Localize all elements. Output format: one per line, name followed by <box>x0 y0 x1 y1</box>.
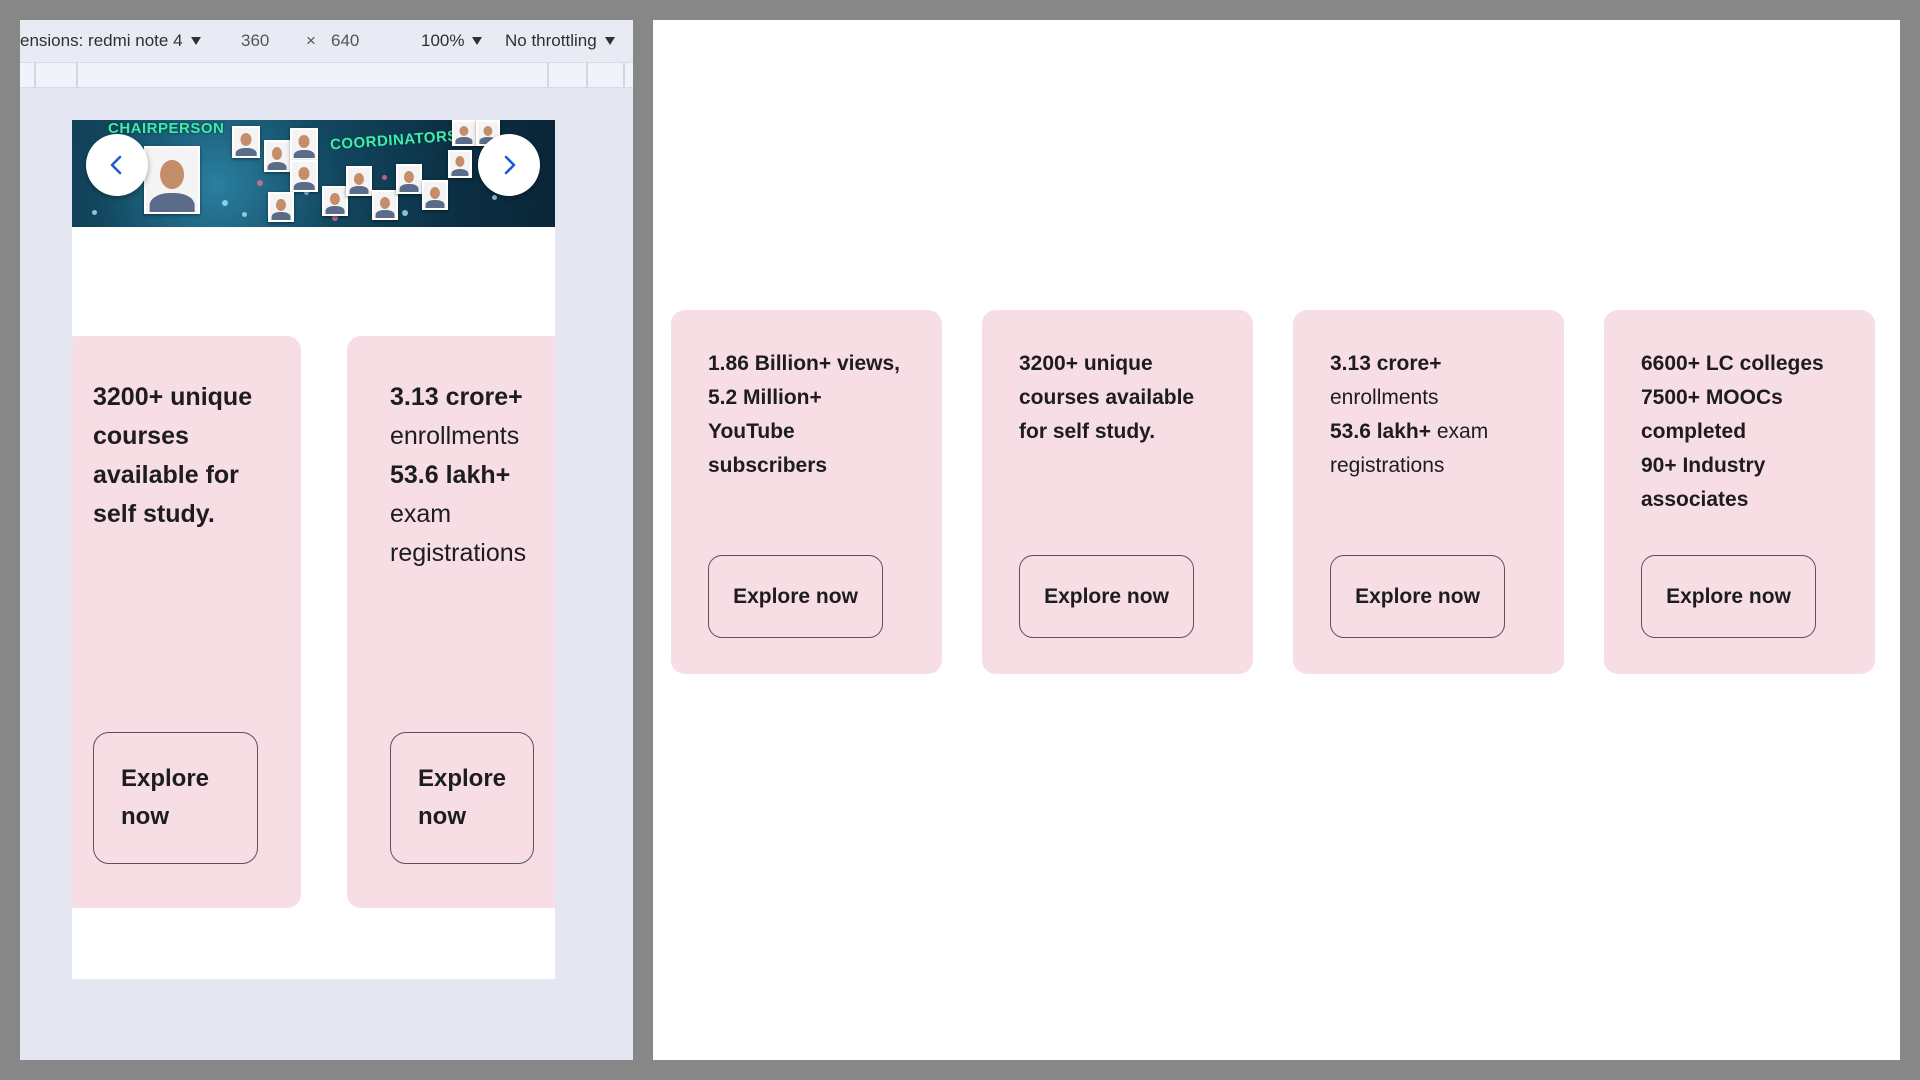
banner-carousel: CHAIRPERSON COORDINATORS <box>72 120 555 227</box>
card-line: enrollments <box>390 422 520 450</box>
device-emulation-panel: ensions: redmi note 4 360 × 640 100% No … <box>20 20 633 1060</box>
card-text: 3.13 crore+ enrollments 53.6 lakh+ exam … <box>1330 347 1488 483</box>
chevron-left-icon <box>110 155 122 175</box>
explore-now-button[interactable]: Explore now <box>390 732 534 864</box>
carousel-next-button[interactable] <box>478 134 540 196</box>
caret-down-icon <box>472 37 483 45</box>
card-line: self study. <box>93 500 215 528</box>
card-line: 5.2 Million+ <box>708 386 822 409</box>
card-line: 3.13 crore+ <box>1330 352 1442 375</box>
card-line: registrations <box>390 539 527 567</box>
zoom-select[interactable]: 100% <box>421 31 483 51</box>
desktop-stat-card-enrollments: 3.13 crore+ enrollments 53.6 lakh+ exam … <box>1293 310 1564 674</box>
card-line: 1.86 Billion+ views, <box>708 352 901 375</box>
card-line: 7500+ MOOCs <box>1641 386 1783 409</box>
height-input[interactable]: 640 <box>331 31 359 51</box>
throttling-label: No throttling <box>505 31 597 50</box>
button-label-line: now <box>418 803 466 830</box>
card-text: 3200+ unique courses available for self … <box>93 378 252 534</box>
caret-down-icon <box>604 37 615 45</box>
desktop-stat-card-courses: 3200+ unique courses available for self … <box>982 310 1253 674</box>
zoom-label: 100% <box>421 31 465 50</box>
card-line: courses available <box>1019 386 1195 409</box>
screen: ensions: redmi note 4 360 × 640 100% No … <box>0 0 1920 1080</box>
explore-now-button[interactable]: Explore now <box>708 555 883 638</box>
coordinator-photo <box>322 186 348 216</box>
button-label-line: now <box>121 803 169 830</box>
card-line: associates <box>1641 488 1749 511</box>
explore-now-button[interactable]: Explore now <box>1641 555 1816 638</box>
card-line: 3.13 crore+ <box>390 383 523 411</box>
desktop-page: 1.86 Billion+ views, 5.2 Million+ YouTub… <box>653 20 1900 1060</box>
coordinator-photo <box>396 164 422 194</box>
card-line: 6600+ LC colleges <box>1641 352 1824 375</box>
card-text: 1.86 Billion+ views, 5.2 Million+ YouTub… <box>708 347 900 483</box>
coordinator-photo <box>372 190 398 220</box>
card-line: exam <box>1431 420 1489 443</box>
banner-title-coordinators: COORDINATORS <box>329 127 459 154</box>
coordinator-photo <box>448 150 472 178</box>
card-line: subscribers <box>708 454 828 477</box>
mobile-stat-card-enrollments: 3.13 crore+ enrollments 53.6 lakh+ exam … <box>347 336 555 908</box>
desktop-stat-card-youtube: 1.86 Billion+ views, 5.2 Million+ YouTub… <box>671 310 942 674</box>
button-label-line: Explore <box>418 765 507 792</box>
coordinator-photo <box>290 160 318 192</box>
desktop-stat-card-colleges: 6600+ LC colleges 7500+ MOOCs completed … <box>1604 310 1875 674</box>
card-line: completed <box>1641 420 1747 443</box>
device-toolbar: ensions: redmi note 4 360 × 640 100% No … <box>20 20 633 62</box>
device-select[interactable]: ensions: redmi note 4 <box>20 31 201 51</box>
card-line: for self study. <box>1019 420 1156 443</box>
device-select-label: ensions: redmi note 4 <box>20 31 183 50</box>
card-text: 3200+ unique courses available for self … <box>1019 347 1194 449</box>
coordinator-photo <box>452 120 476 146</box>
card-line: registrations <box>1330 454 1445 477</box>
card-line: enrollments <box>1330 386 1439 409</box>
chairperson-photo <box>144 146 200 214</box>
card-line: available for <box>93 461 239 489</box>
caret-down-icon <box>190 37 201 45</box>
card-line: 53.6 lakh+ <box>1330 420 1431 443</box>
card-line: 3200+ unique <box>93 383 253 411</box>
coordinator-photo <box>264 140 290 172</box>
explore-now-button[interactable]: Explore now <box>1019 555 1194 638</box>
explore-now-button[interactable]: Explore now <box>93 732 258 864</box>
dimension-separator: × <box>306 31 316 50</box>
coordinator-photo <box>268 192 294 222</box>
card-text: 3.13 crore+ enrollments 53.6 lakh+ exam … <box>390 378 526 573</box>
coordinator-photo <box>290 128 318 160</box>
width-input[interactable]: 360 <box>241 31 269 51</box>
throttling-select[interactable]: No throttling <box>505 31 615 51</box>
button-label-line: Explore <box>121 765 210 792</box>
coordinator-photo <box>346 166 372 196</box>
carousel-prev-button[interactable] <box>86 134 148 196</box>
card-line: 53.6 lakh+ <box>390 461 511 489</box>
card-line: YouTube <box>708 420 795 443</box>
mobile-viewport: CHAIRPERSON COORDINATORS 3200+ unique co… <box>72 120 555 979</box>
coordinator-photo <box>422 180 448 210</box>
card-line: exam <box>390 500 452 528</box>
media-query-ruler[interactable] <box>20 62 633 88</box>
explore-now-button[interactable]: Explore now <box>1330 555 1505 638</box>
card-line: 3200+ unique <box>1019 352 1153 375</box>
coordinator-photo <box>232 126 260 158</box>
card-line: 90+ Industry <box>1641 454 1766 477</box>
card-text: 6600+ LC colleges 7500+ MOOCs completed … <box>1641 347 1824 517</box>
chevron-right-icon <box>504 155 516 175</box>
mobile-stat-card-courses: 3200+ unique courses available for self … <box>72 336 301 908</box>
card-line: courses <box>93 422 189 450</box>
